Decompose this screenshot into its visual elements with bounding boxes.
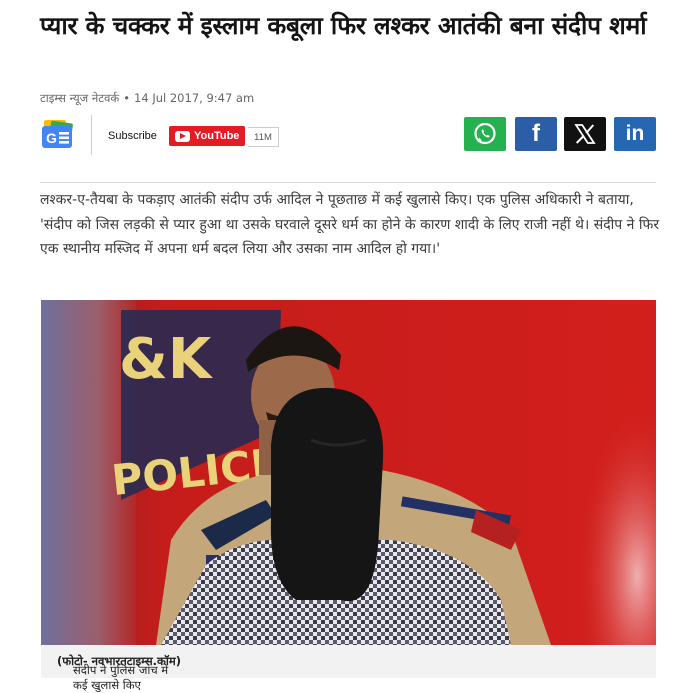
youtube-subscribe-button[interactable]: YouTube: [169, 126, 245, 146]
linkedin-share-button[interactable]: in: [614, 117, 656, 151]
photo-caption: संदीप ने पुलिस जांच में कई खुलासे किए (फ…: [41, 645, 656, 692]
facebook-share-button[interactable]: f: [515, 117, 557, 151]
toolbar-divider: [91, 115, 92, 155]
article-source[interactable]: टाइम्स न्यूज नेटवर्क: [40, 91, 119, 105]
subscribe-label: Subscribe: [108, 130, 157, 142]
police-sign-letters: &K: [119, 327, 214, 392]
meta-separator: •: [123, 91, 131, 105]
youtube-play-icon: [175, 130, 190, 142]
article-date: 14 Jul 2017, 9:47 am: [134, 91, 255, 105]
subscriber-count: 11M: [248, 127, 279, 147]
section-divider: [40, 182, 656, 183]
x-icon: [574, 124, 596, 144]
svg-text:G: G: [46, 130, 57, 146]
article-photo: &K POLICE: [41, 300, 656, 645]
article-meta: टाइम्स न्यूज नेटवर्क • 14 Jul 2017, 9:47 a…: [40, 91, 254, 106]
facebook-icon: f: [532, 120, 540, 147]
linkedin-icon: in: [625, 122, 645, 145]
whatsapp-icon: [474, 122, 496, 145]
article-headline: प्यार के चक्कर में इस्लाम कबूला फिर लश्क…: [40, 11, 647, 40]
youtube-label: YouTube: [194, 130, 240, 142]
whatsapp-share-button[interactable]: [464, 117, 506, 151]
article-body: लश्कर-ए-तैयबा के पकड़ाए आतंकी संदीप उर्फ…: [40, 192, 660, 257]
caption-text: संदीप ने पुलिस जांच में कई खुलासे किए: [73, 663, 169, 692]
photo-illustration: &K POLICE: [41, 300, 656, 645]
google-news-icon[interactable]: G: [41, 119, 75, 151]
action-row: G Subscribe YouTube 11M f in: [40, 115, 656, 155]
x-share-button[interactable]: [564, 117, 606, 151]
caption-line: संदीप ने पुलिस जांच में कई खुलासे किए (फ…: [57, 654, 181, 692]
